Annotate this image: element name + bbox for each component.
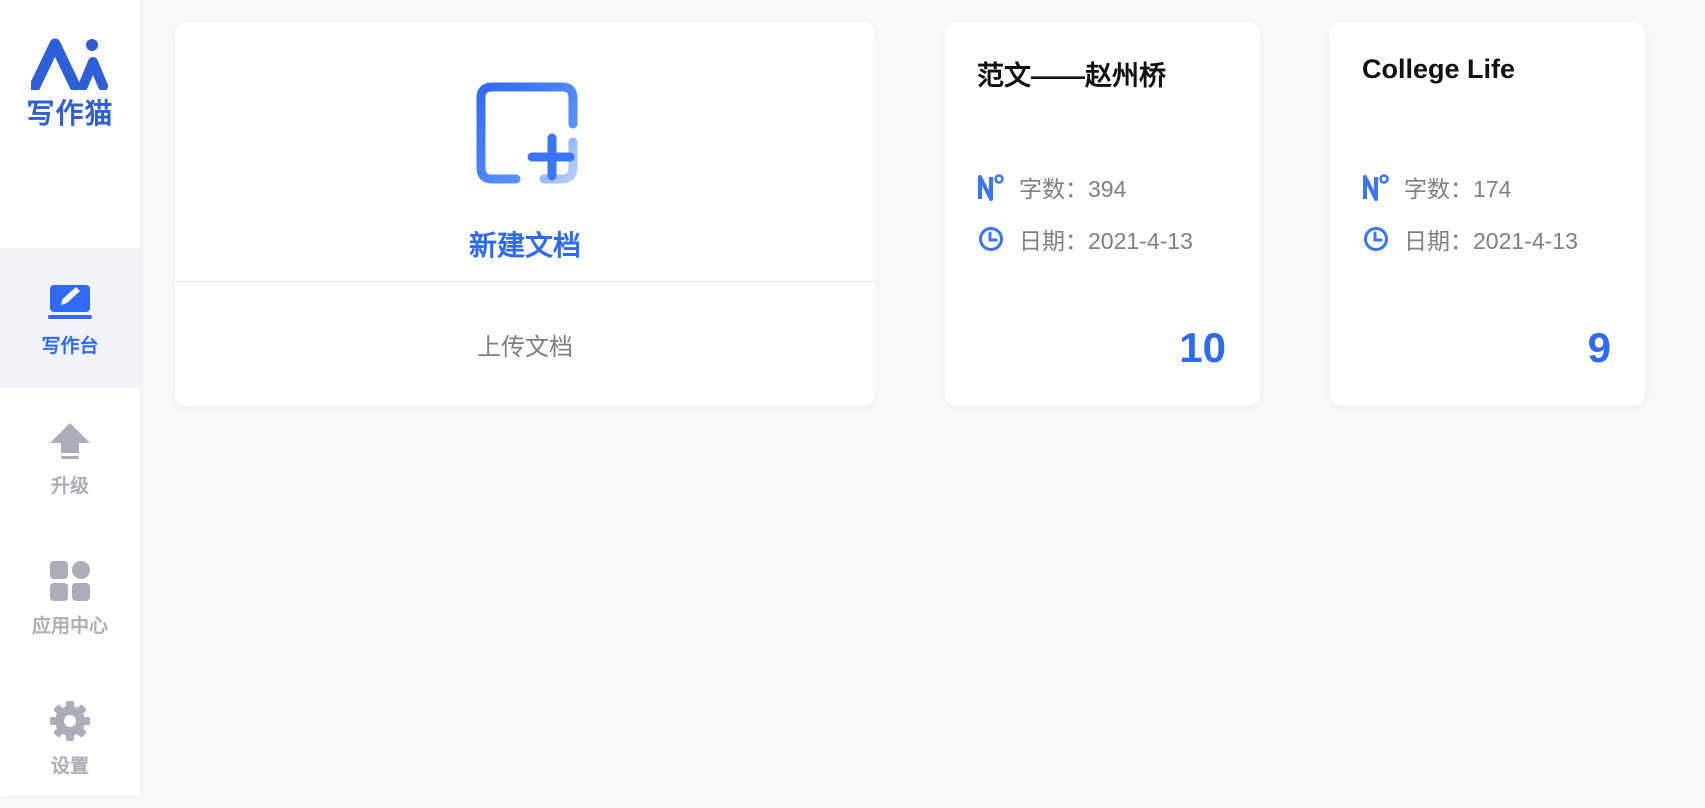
sidebar-item-label: 应用中心	[31, 615, 108, 637]
sidebar-item-settings[interactable]: 设置	[0, 668, 140, 808]
word-count-row: 字数：394	[977, 170, 1126, 204]
date-row: 日期：2021-4-13	[1362, 222, 1578, 256]
sidebar-item-app-center[interactable]: 应用中心	[0, 528, 140, 668]
document-title: College Life	[1362, 54, 1516, 84]
clock-icon	[1362, 225, 1390, 253]
clock-icon	[977, 225, 1005, 253]
document-card[interactable]: College Life 字数：174 日期：2021-4-13 9	[1330, 22, 1645, 406]
upgrade-arrow-icon	[46, 419, 94, 463]
number-sign-icon	[1362, 173, 1390, 201]
document-date: 日期：2021-4-13	[1404, 228, 1578, 254]
ai-logo-icon	[31, 38, 108, 90]
date-row: 日期：2021-4-13	[977, 222, 1193, 256]
word-count-row: 字数：174	[1362, 170, 1511, 204]
document-count: 10	[1179, 324, 1226, 371]
upload-document-button[interactable]: 上传文档	[175, 282, 875, 406]
document-count: 9	[1587, 324, 1611, 371]
word-count: 字数：394	[1019, 176, 1127, 202]
new-document-card: 新建文档 上传文档	[175, 22, 875, 406]
new-document-icon	[476, 82, 578, 184]
sidebar: 写作猫 写作台 升级 应用中心 设置	[0, 0, 140, 796]
document-card[interactable]: 范文——赵州桥 字数：394 日期：2021-4-13 10	[945, 22, 1260, 406]
sidebar-item-workbench[interactable]: 写作台	[0, 248, 140, 388]
app-logo[interactable]: 写作猫	[0, 38, 140, 138]
document-date: 日期：2021-4-13	[1019, 228, 1193, 254]
sidebar-item-upgrade[interactable]: 升级	[0, 388, 140, 528]
sidebar-item-label: 写作台	[41, 335, 99, 357]
sidebar-item-label: 设置	[50, 755, 89, 777]
sidebar-item-label: 升级	[50, 475, 89, 497]
laptop-edit-icon	[46, 279, 94, 323]
app-grid-icon	[46, 559, 94, 603]
document-title: 范文——赵州桥	[977, 61, 1166, 91]
word-count: 字数：174	[1404, 176, 1512, 202]
new-document-label: 新建文档	[468, 230, 581, 261]
number-sign-icon	[977, 173, 1005, 201]
gear-icon	[46, 699, 94, 743]
logo-text: 写作猫	[26, 97, 114, 130]
new-document-button[interactable]: 新建文档	[175, 22, 875, 281]
